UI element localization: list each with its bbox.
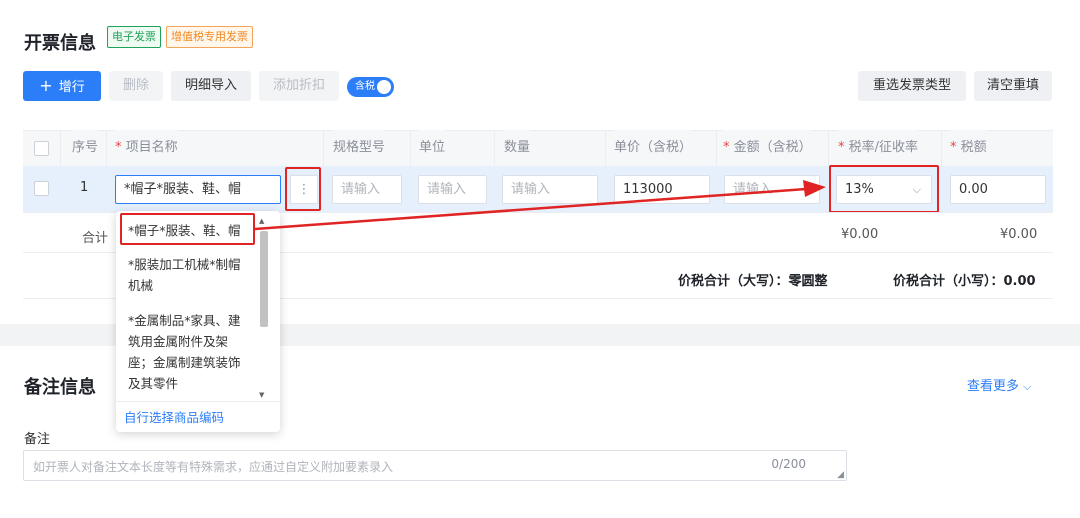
annotation-arrow-icon: [254, 180, 826, 231]
